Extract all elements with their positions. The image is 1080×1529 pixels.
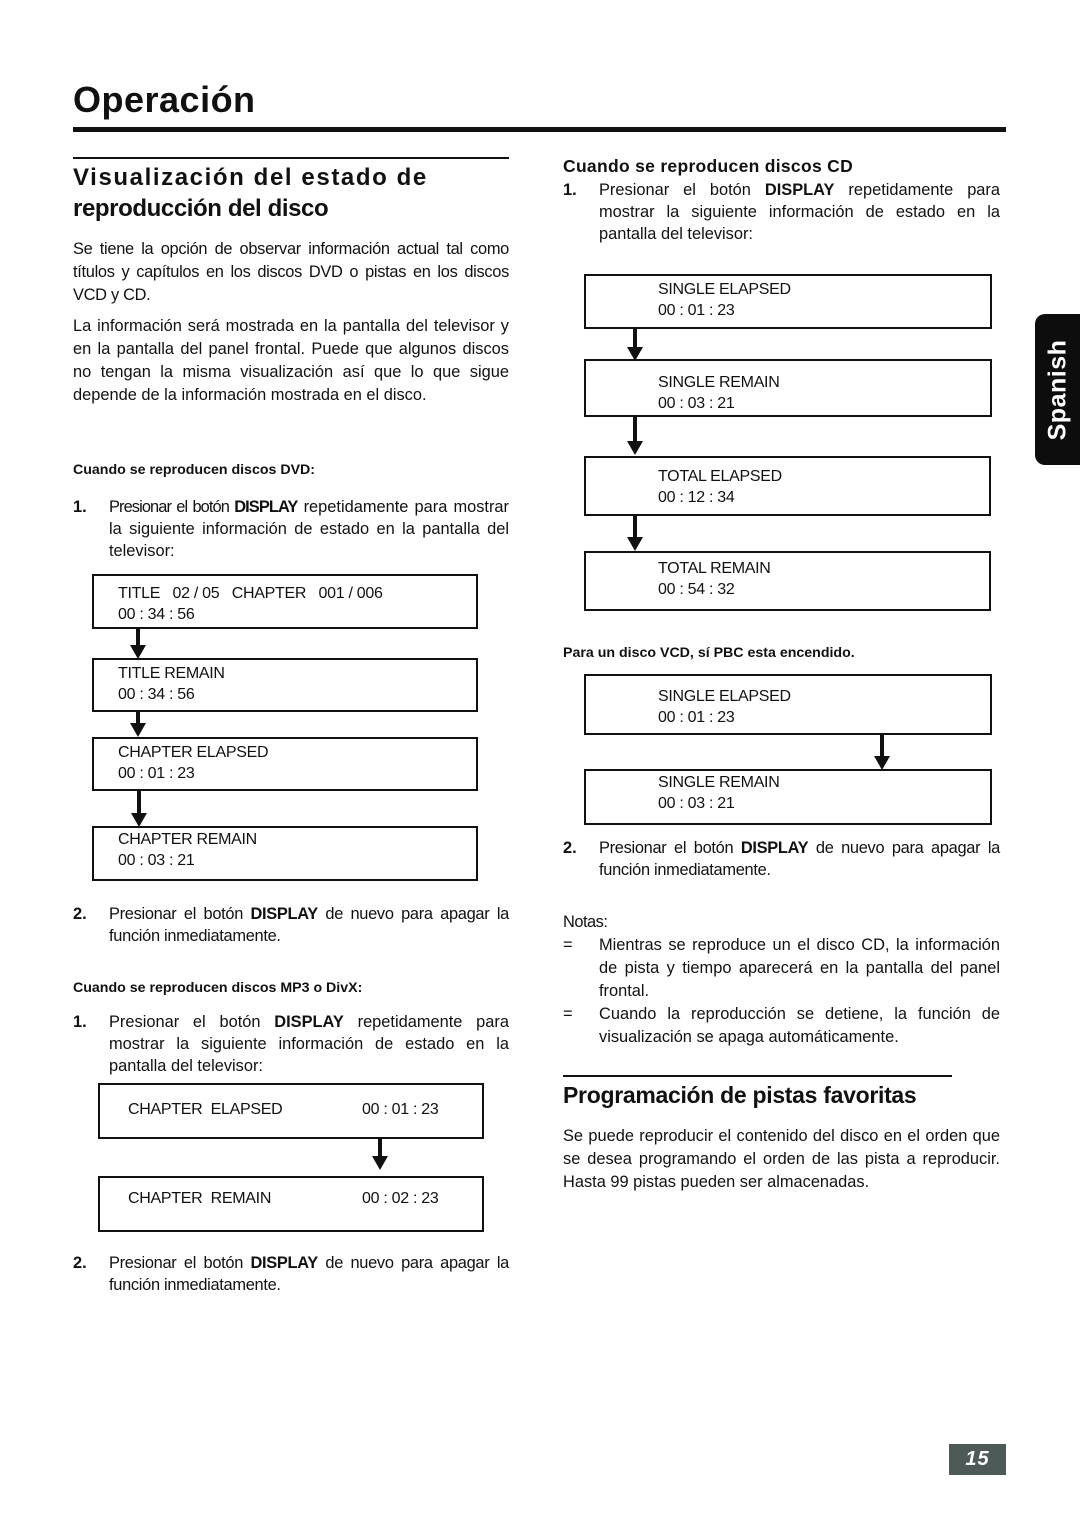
mp3-step-1: 1. Presionar el botón DISPLAY repetidame… [73,1011,509,1077]
status-label: CHAPTER REMAIN [118,831,257,848]
step-text: Presionar el botón DISPLAY repetidamente… [109,498,509,560]
dvd-status-box: TITLE 02 / 05 CHAPTER 001 / 006 00 : 34 … [92,574,478,629]
cd-status-box: TOTAL REMAIN 00 : 54 : 32 [584,551,991,611]
status-label: CHAPTER ELAPSED [128,1101,283,1118]
mp3-status-box: CHAPTER ELAPSED 00 : 01 : 23 [98,1083,484,1139]
status-label: SINGLE ELAPSED [658,281,791,298]
step-number: 2. [563,839,577,857]
heading-line: reproducción del disco [73,195,329,222]
status-label: CHAPTER ELAPSED [118,744,269,761]
status-time: 00 : 01 : 23 [658,302,735,319]
cd-status-box: SINGLE REMAIN 00 : 03 : 21 [584,359,992,417]
status-label: TOTAL REMAIN [658,560,771,577]
status-label: SINGLE REMAIN [658,374,780,391]
note-item: = Cuando la reproducción se detiene, la … [563,1003,1000,1049]
intro-paragraph: La información será mostrada en la panta… [73,317,509,404]
status-label: SINGLE ELAPSED [658,688,791,705]
step-text: Presionar el botón DISPLAY repetidamente… [109,1013,509,1075]
vcd-status-box: SINGLE REMAIN 00 : 03 : 21 [584,769,992,825]
step-text: Presionar el botón DISPLAY repetidamente… [599,181,1000,243]
status-time: 00 : 12 : 34 [658,489,735,506]
dvd-status-box: TITLE REMAIN 00 : 34 : 56 [92,658,478,712]
status-time: 00 : 34 : 56 [118,606,195,623]
status-time: 00 : 34 : 56 [118,686,195,703]
step-text: Presionar el botón DISPLAY de nuevo para… [599,839,1001,879]
step-number: 2. [73,905,87,923]
cd-step-1: 1. Presionar el botón DISPLAY repetidame… [563,179,1000,245]
notes-label: Notas: [563,913,608,931]
note-item: = Mientras se reproduce un el disco CD, … [563,934,1000,1003]
status-time: 00 : 01 : 23 [118,765,195,782]
status-time: 00 : 54 : 32 [658,581,735,598]
status-time: 00 : 03 : 21 [658,795,735,812]
note-text: Cuando la reproducción se detiene, la fu… [599,1005,1000,1046]
cd-heading: Cuando se reproducen discos CD [563,156,854,176]
status-time: 00 : 01 : 23 [658,709,735,726]
vcd-step-2: 2. Presionar el botón DISPLAY de nuevo p… [563,837,1000,881]
status-time: 00 : 03 : 21 [118,852,195,869]
intro-paragraph: Se tiene la opción de observar informaci… [73,240,509,304]
mp3-status-box: CHAPTER REMAIN 00 : 02 : 23 [98,1176,484,1232]
status-label: CHAPTER REMAIN [128,1190,272,1207]
status-time: 00 : 02 : 23 [362,1190,439,1207]
display-button-label: DISPLAY [274,1013,344,1031]
cd-status-box: SINGLE ELAPSED 00 : 01 : 23 [584,274,992,329]
page-title: Operación [73,79,256,120]
dvd-step-1: 1. Presionar el botón DISPLAY repetidame… [73,496,509,562]
vcd-heading: Para un disco VCD, sí PBC esta encendido… [563,645,855,661]
page-number: 15 [949,1444,1006,1475]
status-time: 00 : 03 : 21 [658,395,735,412]
heading-line: Visualización del estado de [73,164,428,191]
notes-list: = Mientras se reproduce un el disco CD, … [563,934,1000,1049]
step-number: 1. [73,498,87,516]
dvd-heading: Cuando se reproducen discos DVD: [73,462,316,478]
mp3-heading: Cuando se reproducen discos MP3 o DivX: [73,980,363,996]
language-tab: Spanish [1035,314,1080,465]
display-button-label: DISPLAY [250,1254,319,1272]
status-label: TITLE 02 / 05 CHAPTER 001 / 006 [118,585,383,602]
note-text: Mientras se reproduce un el disco CD, la… [599,936,1000,1000]
step-number: 1. [563,181,577,199]
status-time: 00 : 01 : 23 [362,1101,439,1118]
status-label: TITLE REMAIN [118,665,225,682]
display-button-label: DISPLAY [234,498,298,516]
section-divider [73,157,509,159]
step-text: Presionar el botón DISPLAY de nuevo para… [109,1254,510,1294]
status-label: TOTAL ELAPSED [658,468,782,485]
programming-heading: Programación de pistas favoritas [563,1082,917,1108]
dvd-status-box: CHAPTER ELAPSED 00 : 01 : 23 [92,737,478,791]
note-bullet: = [563,1005,573,1023]
display-button-label: DISPLAY [764,181,835,199]
status-label: SINGLE REMAIN [658,774,780,791]
display-button-label: DISPLAY [740,839,809,857]
dvd-status-box: CHAPTER REMAIN 00 : 03 : 21 [92,826,478,881]
step-number: 2. [73,1254,87,1272]
programming-paragraph: Se puede reproducir el contenido del dis… [563,1127,1000,1191]
dvd-step-2: 2. Presionar el botón DISPLAY de nuevo p… [73,903,509,947]
title-divider [73,127,1006,132]
cd-status-box: TOTAL ELAPSED 00 : 12 : 34 [584,456,991,516]
step-text: Presionar el botón DISPLAY de nuevo para… [109,905,510,945]
display-button-label: DISPLAY [250,905,319,923]
language-tab-label: Spanish [1043,339,1071,440]
vcd-status-box: SINGLE ELAPSED 00 : 01 : 23 [584,674,992,735]
step-number: 1. [73,1013,87,1031]
note-bullet: = [563,936,573,954]
section-divider [563,1075,952,1077]
mp3-step-2: 2. Presionar el botón DISPLAY de nuevo p… [73,1252,509,1296]
section-heading-status-display: Visualización del estado de reproducción… [73,162,509,224]
